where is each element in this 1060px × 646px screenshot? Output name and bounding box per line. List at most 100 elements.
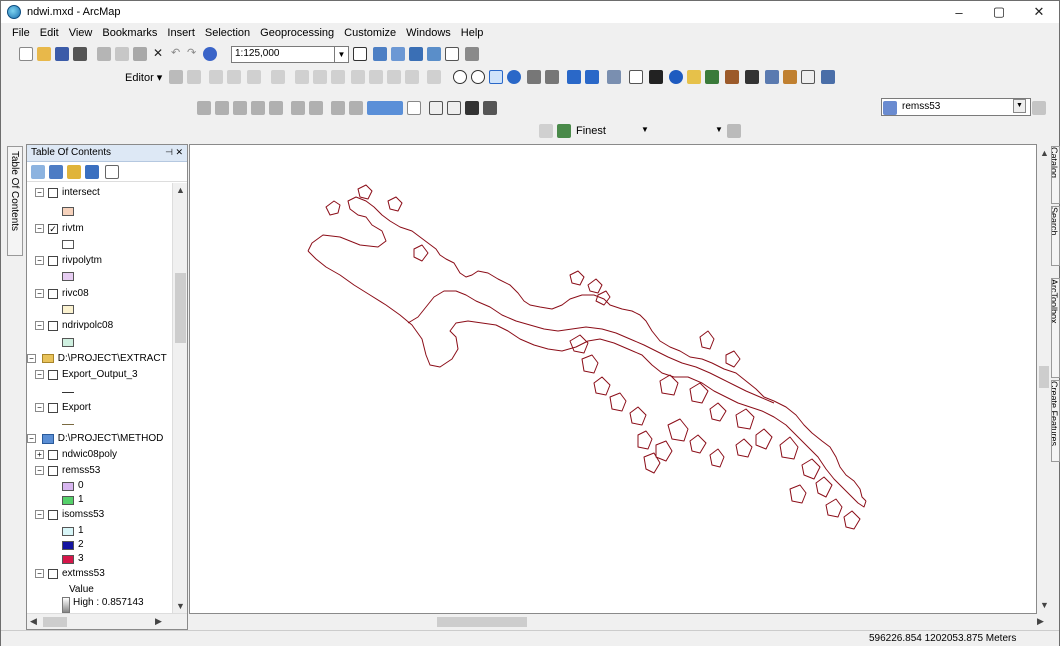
menu-insert[interactable]: Insert: [162, 27, 200, 39]
search-tab[interactable]: Search: [1051, 206, 1060, 266]
menu-selection[interactable]: Selection: [200, 27, 255, 39]
time-slider-icon[interactable]: [801, 70, 815, 84]
list-by-source-icon[interactable]: [49, 165, 63, 179]
layer-visibility-checkbox[interactable]: [48, 465, 58, 476]
collapse-icon[interactable]: −: [27, 354, 36, 363]
modelbuilder-icon[interactable]: [465, 47, 479, 61]
georef-tool-icon[interactable]: [1032, 101, 1046, 115]
scroll-right-arrow-icon[interactable]: ▶: [155, 616, 162, 627]
save-icon[interactable]: [55, 47, 69, 61]
copy-icon[interactable]: [115, 47, 129, 61]
sketch-properties-icon[interactable]: [405, 70, 419, 84]
map-hscroll-thumb[interactable]: [437, 617, 527, 627]
toc-layer-ndwic08poly[interactable]: + ndwic08poly: [35, 449, 117, 460]
create-features-tab[interactable]: Create Features: [1051, 380, 1060, 462]
straight-segment-icon[interactable]: [209, 70, 223, 84]
symbol-swatch[interactable]: [62, 541, 74, 550]
arctoolbox-tab[interactable]: ArcToolbox: [1051, 278, 1060, 378]
reshape-icon[interactable]: [313, 70, 327, 84]
collapse-icon[interactable]: −: [35, 188, 44, 197]
snap-line-icon[interactable]: [557, 124, 571, 138]
find-route-icon[interactable]: [765, 70, 779, 84]
menu-windows[interactable]: Windows: [401, 27, 456, 39]
symbol-swatch[interactable]: [62, 555, 74, 564]
zoom-percent-box-icon[interactable]: [367, 101, 403, 115]
html-popup-icon[interactable]: [705, 70, 719, 84]
list-by-drawing-order-icon[interactable]: [31, 165, 45, 179]
symbol-swatch[interactable]: [62, 305, 74, 314]
map-scroll-right-arrow-icon[interactable]: ▶: [1037, 616, 1044, 627]
toc-layer-export[interactable]: − Export: [35, 402, 91, 413]
toc-horizontal-scrollbar[interactable]: ◀ ▶: [27, 613, 187, 629]
layout-zoom-in-icon[interactable]: [197, 101, 211, 115]
trace-icon[interactable]: [247, 70, 261, 84]
edit-tool-icon[interactable]: [169, 70, 183, 84]
toc-layer-ndrivpolc08[interactable]: − ndrivpolc08: [35, 320, 113, 331]
toc-layer-remss53[interactable]: − remss53: [35, 465, 100, 476]
fixed-zoom-out-icon[interactable]: [545, 70, 559, 84]
forward-extent-icon[interactable]: [585, 70, 599, 84]
menu-edit[interactable]: Edit: [35, 27, 64, 39]
fixed-zoom-in-icon[interactable]: [527, 70, 541, 84]
collapse-icon[interactable]: −: [35, 256, 44, 265]
collapse-icon[interactable]: −: [35, 403, 44, 412]
toc-hscroll-thumb[interactable]: [43, 617, 67, 627]
line-symbol[interactable]: [62, 424, 74, 425]
change-layout-icon[interactable]: [465, 101, 479, 115]
zoom-out-icon[interactable]: [471, 70, 485, 84]
clear-selection-icon[interactable]: [629, 70, 643, 84]
layer-visibility-checkbox[interactable]: [48, 369, 58, 380]
layer-visibility-checkbox[interactable]: ✓: [48, 223, 58, 234]
map-scale-input[interactable]: 1:125,000: [231, 46, 335, 63]
cut-icon[interactable]: [97, 47, 111, 61]
toc-layer-export-output-3[interactable]: − Export_Output_3: [35, 369, 138, 380]
collapse-icon[interactable]: −: [35, 510, 44, 519]
python-window-icon[interactable]: [445, 47, 459, 61]
collapse-icon[interactable]: −: [27, 434, 36, 443]
minimize-button[interactable]: –: [939, 1, 979, 23]
toc-vertical-scrollbar[interactable]: ▲ ▼: [172, 183, 187, 613]
toc-side-tab[interactable]: Table Of Contents: [7, 146, 23, 256]
symbol-swatch[interactable]: [62, 496, 74, 505]
zoom-percent-dropdown-icon[interactable]: [407, 101, 421, 115]
layer-visibility-checkbox[interactable]: [48, 402, 58, 413]
scroll-up-arrow-icon[interactable]: ▲: [176, 185, 185, 195]
edit-annotation-icon[interactable]: [187, 70, 201, 84]
toc-layer-intersect[interactable]: − intersect: [35, 187, 100, 198]
next-extent-layout-icon[interactable]: [349, 101, 363, 115]
catalog-tab[interactable]: Catalog: [1051, 146, 1060, 204]
previous-extent-layout-icon[interactable]: [331, 101, 345, 115]
select-features-icon[interactable]: [607, 70, 621, 84]
layout-zoom-out-icon[interactable]: [215, 101, 229, 115]
toc-layer-rivc08[interactable]: − rivc08: [35, 288, 89, 299]
scroll-left-arrow-icon[interactable]: ◀: [30, 616, 37, 627]
layer-select-dropdown[interactable]: remss53: [881, 98, 1031, 116]
edit-vertices-tool-icon[interactable]: [539, 124, 553, 138]
scale-dropdown-icon[interactable]: ▼: [335, 46, 349, 63]
create-features-icon[interactable]: [427, 70, 441, 84]
create-viewer-icon[interactable]: [821, 70, 835, 84]
zoom-whole-page-icon[interactable]: [251, 101, 265, 115]
collapse-icon[interactable]: −: [35, 321, 44, 330]
map-horizontal-scrollbar[interactable]: ▶: [189, 614, 1051, 630]
collapse-icon[interactable]: −: [35, 289, 44, 298]
open-folder-icon[interactable]: [37, 47, 51, 61]
paste-icon[interactable]: [133, 47, 147, 61]
undo-icon[interactable]: ↶: [171, 47, 185, 61]
print-icon[interactable]: [73, 47, 87, 61]
identify-icon[interactable]: [669, 70, 683, 84]
rotate-icon[interactable]: [369, 70, 383, 84]
zoom-in-icon[interactable]: [453, 70, 467, 84]
toc-layer-isomss53[interactable]: − isomss53: [35, 509, 104, 520]
map-scroll-down-arrow-icon[interactable]: ▼: [1040, 600, 1049, 610]
toc-layer-rivtm[interactable]: − ✓ rivtm: [35, 223, 84, 234]
layer-visibility-checkbox[interactable]: [48, 288, 58, 299]
toc-folder-extract[interactable]: − D:\PROJECT\EXTRACT: [27, 353, 167, 364]
table-window-icon[interactable]: [373, 47, 387, 61]
search-window-icon[interactable]: [409, 47, 423, 61]
pan-icon[interactable]: [489, 70, 503, 84]
collapse-icon[interactable]: −: [35, 466, 44, 475]
add-data-icon[interactable]: [203, 47, 217, 61]
gradient-ramp-swatch[interactable]: [62, 597, 70, 613]
split-tool-icon[interactable]: [351, 70, 365, 84]
